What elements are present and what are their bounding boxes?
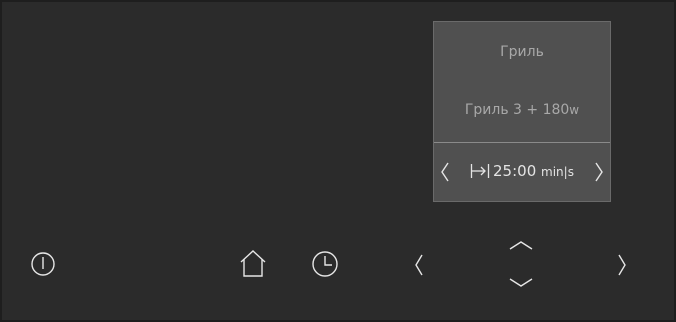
nav-up-button[interactable]	[507, 237, 535, 253]
oven-control-screen: Гриль Гриль 3 + 180w 25:00 min|s	[2, 2, 674, 320]
duration-arrow-icon	[470, 163, 490, 179]
program-title: Гриль	[500, 44, 544, 60]
duration-unit: min|s	[541, 165, 574, 179]
program-panel: Гриль Гриль 3 + 180w 25:00 min|s	[433, 21, 611, 202]
duration-display[interactable]: 25:00 min|s	[434, 162, 610, 180]
home-button[interactable]	[238, 248, 268, 278]
power-button[interactable]	[30, 251, 56, 277]
nav-down-button[interactable]	[507, 275, 535, 291]
program-mode-text: Гриль 3 + 180	[464, 102, 570, 118]
chevron-right-icon	[618, 254, 626, 276]
duration-value: 25:00	[493, 162, 537, 180]
chevron-right-icon	[595, 162, 603, 182]
chevron-up-icon	[509, 241, 533, 250]
clock-icon	[312, 251, 338, 277]
program-mode: Гриль 3 + 180w	[434, 102, 610, 118]
nav-right-button[interactable]	[615, 252, 629, 278]
timer-button[interactable]	[311, 250, 339, 278]
home-icon	[240, 250, 266, 277]
program-mode-unit: w	[569, 103, 580, 117]
nav-left-button[interactable]	[412, 252, 426, 278]
chevron-down-icon	[509, 278, 533, 287]
chevron-left-icon	[415, 254, 423, 276]
power-icon	[31, 252, 55, 276]
duration-next-button[interactable]	[592, 161, 606, 183]
duration-row: 25:00 min|s	[434, 143, 610, 201]
